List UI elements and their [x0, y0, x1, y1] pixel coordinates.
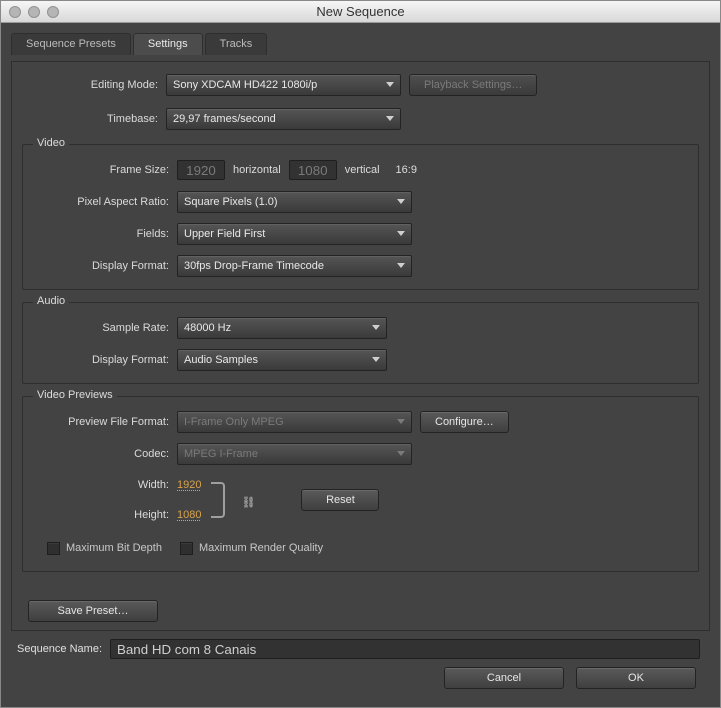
link-dimensions: ⛓: [211, 482, 255, 518]
checkbox-icon: [47, 542, 60, 555]
par-dropdown[interactable]: Square Pixels (1.0): [177, 191, 412, 213]
editing-mode-value: Sony XDCAM HD422 1080i/p: [173, 79, 317, 91]
preview-height-value[interactable]: 1080: [177, 509, 201, 521]
max-render-quality-checkbox[interactable]: Maximum Render Quality: [180, 542, 323, 555]
editing-mode-dropdown[interactable]: Sony XDCAM HD422 1080i/p: [166, 74, 401, 96]
minimize-icon[interactable]: [28, 6, 40, 18]
audio-display-format-value: Audio Samples: [184, 354, 258, 366]
window-controls: [1, 6, 59, 18]
frame-size-label: Frame Size:: [33, 164, 169, 176]
sequence-name-label: Sequence Name:: [17, 643, 102, 655]
timebase-label: Timebase:: [22, 113, 158, 125]
par-label: Pixel Aspect Ratio:: [33, 196, 169, 208]
sample-rate-label: Sample Rate:: [33, 322, 169, 334]
settings-panel: Editing Mode: Sony XDCAM HD422 1080i/p P…: [11, 61, 710, 631]
timebase-dropdown[interactable]: 29,97 frames/second: [166, 108, 401, 130]
aspect-ratio-text: 16:9: [396, 164, 417, 176]
audio-display-format-label: Display Format:: [33, 354, 169, 366]
fields-dropdown[interactable]: Upper Field First: [177, 223, 412, 245]
chevron-down-icon: [386, 82, 394, 88]
save-preset-button[interactable]: Save Preset…: [28, 600, 158, 622]
dialog-buttons: Cancel OK: [11, 659, 710, 699]
video-group: Video Frame Size: horizontal vertical 16…: [22, 144, 699, 290]
video-previews-group: Video Previews Preview File Format: I-Fr…: [22, 396, 699, 572]
dialog-body: Sequence Presets Settings Tracks Editing…: [1, 23, 720, 707]
ok-button[interactable]: OK: [576, 667, 696, 689]
chevron-down-icon: [397, 263, 405, 269]
max-bit-depth-label: Maximum Bit Depth: [66, 542, 162, 554]
tab-bar: Sequence Presets Settings Tracks: [11, 33, 710, 55]
sample-rate-value: 48000 Hz: [184, 322, 231, 334]
par-value: Square Pixels (1.0): [184, 196, 278, 208]
audio-group: Audio Sample Rate: 48000 Hz Display Form…: [22, 302, 699, 384]
tab-sequence-presets[interactable]: Sequence Presets: [11, 33, 131, 55]
video-previews-legend: Video Previews: [33, 389, 117, 401]
titlebar: New Sequence: [1, 1, 720, 23]
video-legend: Video: [33, 137, 69, 149]
video-display-format-dropdown[interactable]: 30fps Drop-Frame Timecode: [177, 255, 412, 277]
preview-width-label: Width:: [33, 479, 169, 491]
configure-button[interactable]: Configure…: [420, 411, 509, 433]
fields-value: Upper Field First: [184, 228, 265, 240]
preview-file-format-value: I-Frame Only MPEG: [184, 416, 284, 428]
preview-height-label: Height:: [33, 509, 169, 521]
cancel-button[interactable]: Cancel: [444, 667, 564, 689]
max-bit-depth-checkbox[interactable]: Maximum Bit Depth: [47, 542, 162, 555]
link-icon[interactable]: ⛓: [231, 492, 255, 509]
editing-mode-label: Editing Mode:: [22, 79, 158, 91]
reset-button[interactable]: Reset: [301, 489, 379, 511]
preview-file-format-label: Preview File Format:: [33, 416, 169, 428]
preview-width-value[interactable]: 1920: [177, 479, 201, 491]
horizontal-label: horizontal: [233, 164, 281, 176]
max-render-quality-label: Maximum Render Quality: [199, 542, 323, 554]
timebase-value: 29,97 frames/second: [173, 113, 276, 125]
video-display-format-value: 30fps Drop-Frame Timecode: [184, 260, 324, 272]
window-title: New Sequence: [1, 4, 720, 19]
fields-label: Fields:: [33, 228, 169, 240]
chevron-down-icon: [397, 231, 405, 237]
codec-value: MPEG I-Frame: [184, 448, 258, 460]
chevron-down-icon: [397, 199, 405, 205]
tab-settings[interactable]: Settings: [133, 33, 203, 55]
preview-file-format-dropdown: I-Frame Only MPEG: [177, 411, 412, 433]
tab-tracks[interactable]: Tracks: [205, 33, 268, 55]
codec-label: Codec:: [33, 448, 169, 460]
chevron-down-icon: [397, 451, 405, 457]
new-sequence-dialog: New Sequence Sequence Presets Settings T…: [0, 0, 721, 708]
close-icon[interactable]: [9, 6, 21, 18]
playback-settings-button: Playback Settings…: [409, 74, 537, 96]
zoom-icon[interactable]: [47, 6, 59, 18]
video-display-format-label: Display Format:: [33, 260, 169, 272]
checkbox-icon: [180, 542, 193, 555]
chevron-down-icon: [372, 325, 380, 331]
chevron-down-icon: [386, 116, 394, 122]
chevron-down-icon: [372, 357, 380, 363]
frame-height-input: [289, 160, 337, 180]
audio-legend: Audio: [33, 295, 69, 307]
frame-width-input: [177, 160, 225, 180]
sample-rate-dropdown[interactable]: 48000 Hz: [177, 317, 387, 339]
vertical-label: vertical: [345, 164, 380, 176]
chevron-down-icon: [397, 419, 405, 425]
codec-dropdown: MPEG I-Frame: [177, 443, 412, 465]
audio-display-format-dropdown[interactable]: Audio Samples: [177, 349, 387, 371]
sequence-name-input[interactable]: [110, 639, 700, 659]
